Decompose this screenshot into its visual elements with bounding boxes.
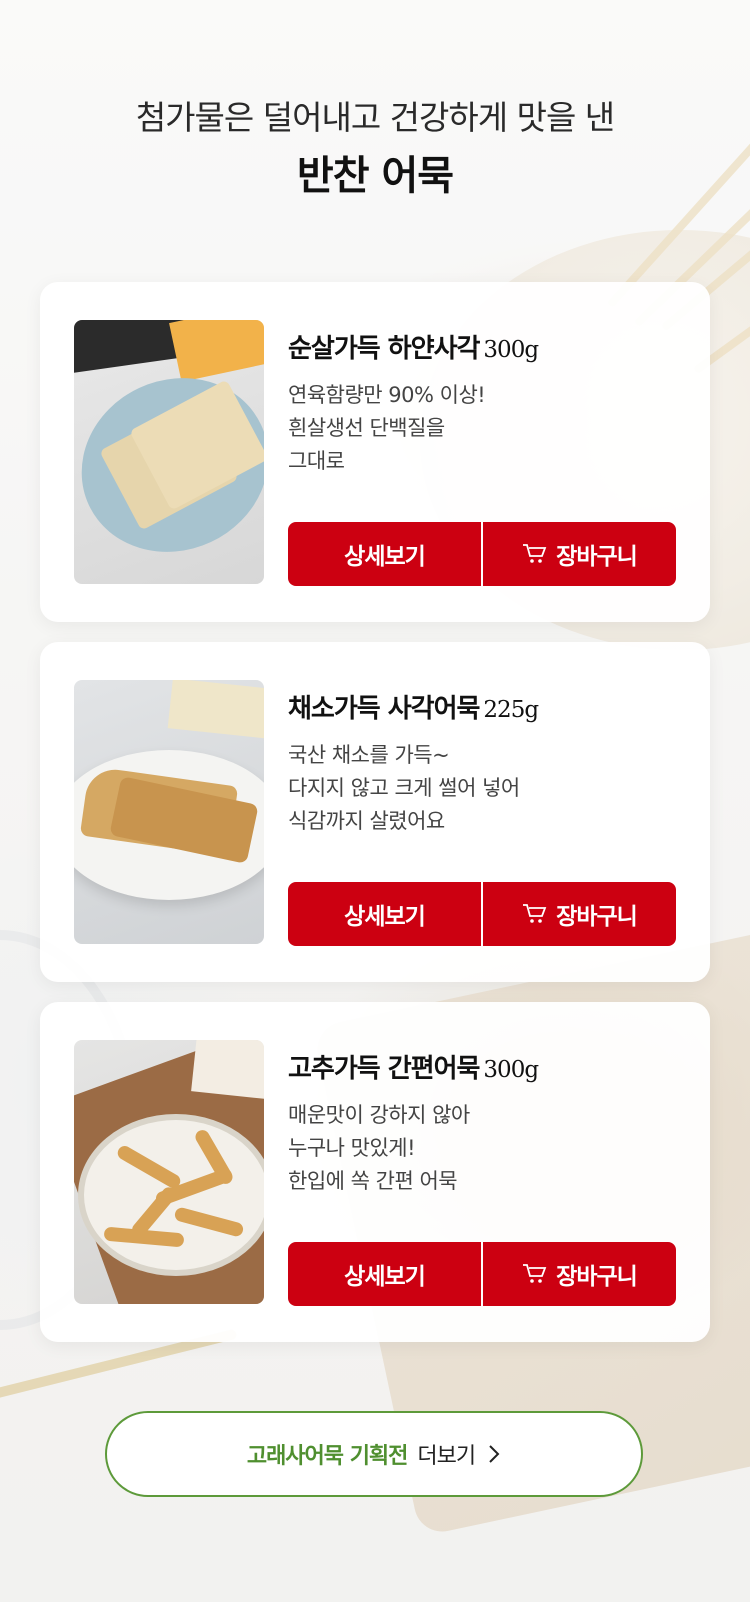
product-image-1[interactable] [74,320,264,584]
detail-button-3[interactable]: 상세보기 [288,1242,481,1306]
cart-icon [523,544,547,563]
product-description-2: 국산 채소를 가득~ 다지지 않고 크게 썰어 넣어 식감까지 살렸어요 [288,743,520,833]
section-subtitle: 첨가물은 덜어내고 건강하게 맛을 낸 [135,98,615,137]
product-weight-2: 225g [483,697,539,723]
section-heading: 첨가물은 덜어내고 건강하게 맛을 낸 반찬 어묵 [0,98,750,200]
promotion-brand-label: 고래사어묵 기획전 [246,1444,409,1469]
product-image-3[interactable] [74,1040,264,1304]
detail-button-1[interactable]: 상세보기 [288,522,481,586]
chevron-right-icon [489,1445,500,1463]
detail-button-2[interactable]: 상세보기 [288,882,481,946]
product-name-2: 채소가득 사각어묵 225g [288,694,539,724]
product-name-1: 순살가득 하얀사각 300g [288,334,539,364]
cart-button-1[interactable]: 장바구니 [483,522,676,586]
product-card-2: 채소가득 사각어묵 225g 국산 채소를 가득~ 다지지 않고 크게 썰어 넣어… [40,642,710,982]
more-label: 더보기 [417,1444,476,1469]
cart-icon [523,904,547,923]
cart-button-3[interactable]: 장바구니 [483,1242,676,1306]
product-description-3: 매운맛이 강하지 않아 누구나 맛있게! 한입에 쏙 간편 어묵 [288,1103,470,1193]
product-name-3: 고추가득 간편어묵 300g [288,1054,539,1084]
product-weight-3: 300g [483,1057,539,1083]
cart-icon [523,1264,547,1283]
product-weight-1: 300g [483,337,539,363]
product-description-1: 연육함량만 90% 이상! 흰살생선 단백질을 그대로 [288,383,486,473]
cart-button-2[interactable]: 장바구니 [483,882,676,946]
product-card-3: 고추가득 간편어묵 300g 매운맛이 강하지 않아 누구나 맛있게! 한입에 쏙… [40,1002,710,1342]
product-image-2[interactable] [74,680,264,944]
product-card-1: 순살가득 하얀사각 300g 연육함량만 90% 이상! 흰살생선 단백질을 그대… [40,282,710,622]
more-promotion-button[interactable]: 고래사어묵 기획전 더보기 [105,1411,643,1497]
section-title: 반찬 어묵 [296,153,454,199]
